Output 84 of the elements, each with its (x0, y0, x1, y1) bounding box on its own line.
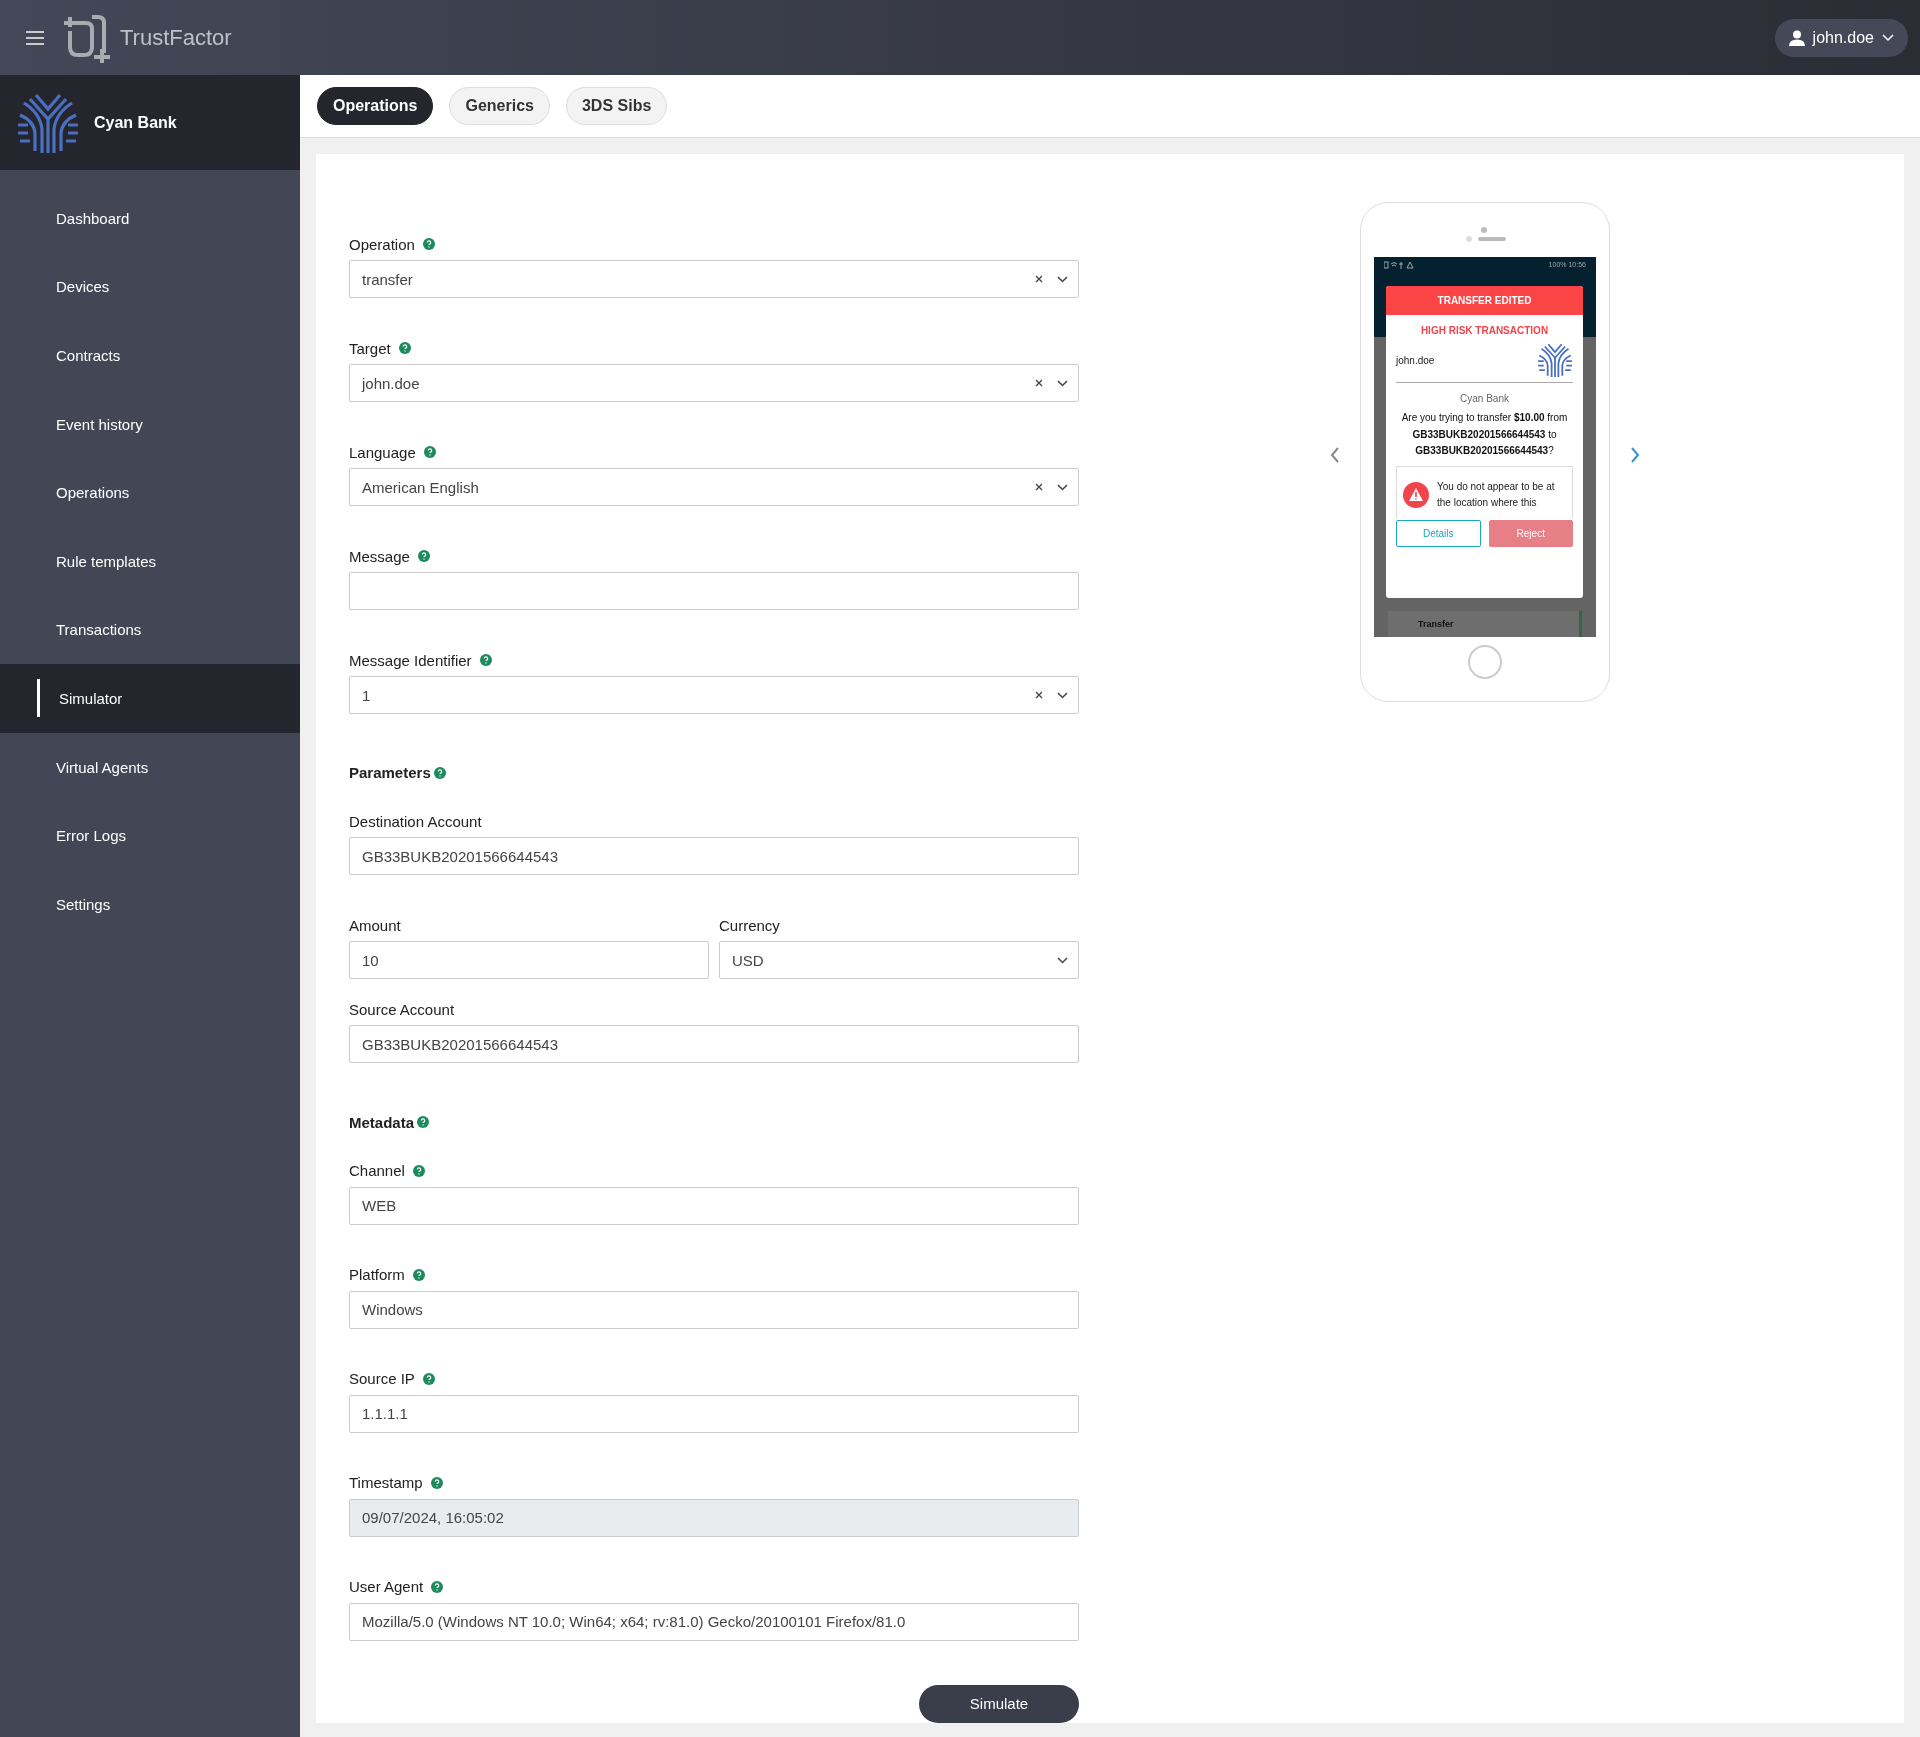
field-label: User Agent (349, 1578, 424, 1596)
sidebar-item[interactable]: Contracts (0, 321, 300, 390)
help-icon[interactable] (422, 238, 435, 250)
field-label: Channel (349, 1162, 405, 1180)
user-icon (1788, 29, 1805, 46)
field-label: Message Identifier (349, 651, 472, 669)
sidebar-item[interactable]: Rule templates (0, 526, 300, 596)
clear-icon[interactable] (1035, 691, 1043, 700)
clear-icon[interactable] (1035, 483, 1043, 492)
speaker-drawing (1464, 227, 1506, 243)
select-field[interactable]: 1 (349, 676, 1079, 715)
sidebar-item[interactable]: Devices (0, 252, 300, 322)
select-field[interactable]: transfer (349, 260, 1079, 298)
select-field[interactable]: USD (719, 941, 1079, 980)
status-icons-drawing (1384, 261, 1414, 269)
user-menu-button[interactable]: john.doe (1774, 18, 1908, 57)
sidebar-item[interactable]: Simulator (0, 664, 300, 733)
help-icon[interactable] (417, 550, 430, 563)
help-icon[interactable] (431, 1580, 444, 1593)
sidebar-item[interactable]: Error Logs (0, 801, 300, 870)
help-icon[interactable] (433, 766, 446, 779)
select-field[interactable]: American English (349, 468, 1079, 507)
field-label: Language (349, 443, 416, 461)
field-label: Message (349, 547, 410, 565)
field-label: Source Account (349, 1000, 455, 1018)
help-icon[interactable] (398, 342, 411, 355)
field-label: Timestamp (349, 1474, 423, 1492)
dialog-banner: TRANSFER EDITED (1386, 286, 1583, 315)
chevron-down-icon[interactable] (1057, 691, 1068, 699)
question-text: Are you trying to transfer $10.00 from GB33BUKB20201566644543 to GB33BUKB20201566644543? (1400, 411, 1569, 458)
sidebar-item[interactable]: Transactions (0, 595, 300, 665)
list-card-title: Transfer (1418, 619, 1454, 629)
app-name: TrustFactor (120, 24, 232, 51)
input-field[interactable]: WEB (349, 1186, 1079, 1225)
chevron-down-icon (1882, 33, 1894, 42)
help-icon[interactable] (412, 1268, 425, 1281)
warning-icon (1403, 482, 1429, 508)
next-icon[interactable] (1630, 447, 1640, 463)
field-label: Amount (349, 916, 401, 934)
help-icon[interactable] (479, 654, 492, 667)
warning-text: You do not appear to be at the location where this (1437, 479, 1556, 510)
section-heading: Parameters (349, 764, 431, 782)
field-label: Target (349, 339, 391, 357)
menu-icon[interactable] (26, 30, 44, 45)
clear-icon[interactable] (1035, 275, 1043, 283)
sidebar-item[interactable]: Virtual Agents (0, 732, 300, 802)
tab[interactable]: 3DS Sibs (565, 87, 668, 125)
input-field[interactable]: 1.1.1.1 (349, 1394, 1079, 1433)
tab[interactable]: Operations (317, 87, 434, 125)
risk-title: HIGH RISK TRANSACTION (1419, 325, 1550, 336)
organization-name: Cyan Bank (94, 113, 177, 132)
sidebar-item[interactable]: Event history (0, 389, 300, 459)
input-field[interactable]: Windows (349, 1290, 1079, 1329)
help-icon[interactable] (423, 446, 436, 459)
tab[interactable]: Generics (449, 87, 550, 125)
input-field[interactable]: GB33BUKB20201566644543 (349, 1025, 1079, 1064)
bank-name: Cyan Bank (1459, 393, 1510, 404)
field-label: Operation (349, 235, 415, 253)
section-heading: Metadata (349, 1113, 415, 1131)
previous-icon[interactable] (1330, 447, 1340, 463)
chevron-down-icon[interactable] (1057, 956, 1068, 964)
clear-icon[interactable] (1035, 379, 1043, 388)
field-label: Source IP (349, 1370, 415, 1388)
sidebar-item[interactable]: Dashboard (0, 184, 300, 253)
app-logo-icon (64, 12, 110, 63)
bank-logo-icon (1537, 342, 1573, 378)
field-label: Platform (349, 1266, 405, 1284)
sidebar-item[interactable]: Settings (0, 869, 300, 939)
help-icon[interactable] (412, 1164, 425, 1177)
help-icon[interactable] (422, 1372, 435, 1385)
field-label: Currency (719, 916, 780, 934)
simulate-button[interactable]: Simulate (919, 1684, 1079, 1723)
field-label: Destination Account (349, 812, 482, 830)
select-field[interactable]: john.doe (349, 364, 1079, 403)
input-field[interactable]: Mozilla/5.0 (Windows NT 10.0; Win64; x64; rv:81.0) Gecko/20100101 Firefox/81.0 (349, 1602, 1079, 1641)
chevron-down-icon[interactable] (1057, 379, 1068, 387)
input-field[interactable]: GB33BUKB20201566644543 (349, 837, 1079, 876)
chevron-down-icon[interactable] (1057, 483, 1068, 491)
sidebar-item[interactable]: Operations (0, 458, 300, 527)
input-field[interactable] (349, 572, 1079, 611)
help-icon[interactable] (417, 1116, 430, 1129)
input-field[interactable]: 10 (349, 941, 709, 980)
chevron-down-icon[interactable] (1057, 275, 1068, 283)
username: john.doe (1396, 354, 1435, 366)
